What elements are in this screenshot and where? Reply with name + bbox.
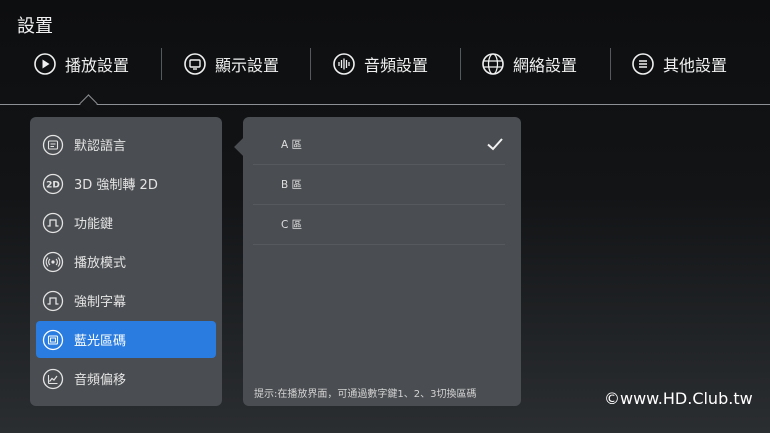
language-icon xyxy=(42,134,64,156)
broadcast-icon xyxy=(42,251,64,273)
chart-icon xyxy=(42,368,64,390)
menu-item-playback-mode[interactable]: 播放模式 xyxy=(36,243,216,280)
svg-text:2D: 2D xyxy=(46,180,60,190)
menu-item-label: 3D 強制轉 2D xyxy=(74,178,158,193)
hint-text: 提示:在播放界面，可通過數字鍵1、2、3切換區碼 xyxy=(254,389,477,400)
2d-icon: 2D xyxy=(42,173,64,195)
checkmark-icon xyxy=(485,134,505,154)
active-tab-indicator xyxy=(79,94,98,113)
menu-item-3d-to-2d[interactable]: 2D 3D 強制轉 2D xyxy=(36,165,216,202)
menu-item-label: 默認語言 xyxy=(74,139,127,154)
option-label: C 區 xyxy=(281,219,303,231)
region-options-panel: A 區 B 區 C 區 提示:在播放界面，可通過數字鍵1、2、3切換區碼 xyxy=(243,117,521,406)
bluray-region-icon xyxy=(42,329,64,351)
tab-playback-settings[interactable]: 播放設置 xyxy=(34,46,129,82)
menu-item-label: 音頻偏移 xyxy=(74,373,127,388)
menu-item-bluray-region[interactable]: 藍光區碼 xyxy=(36,321,216,358)
menu-item-function-keys[interactable]: 功能鍵 xyxy=(36,204,216,241)
tab-label: 音頻設置 xyxy=(364,56,429,75)
option-label: B 區 xyxy=(281,179,303,191)
tab-underline-divider xyxy=(0,104,770,105)
option-region-a[interactable]: A 區 xyxy=(253,124,505,165)
menu-item-label: 播放模式 xyxy=(74,256,127,271)
tab-divider xyxy=(161,48,162,80)
tab-divider xyxy=(610,48,611,80)
tab-audio-settings[interactable]: 音頻設置 xyxy=(333,46,428,82)
audio-wave-icon xyxy=(333,53,355,75)
tab-divider xyxy=(460,48,461,80)
menu-item-label: 藍光區碼 xyxy=(74,334,127,349)
settings-tab-bar: 播放設置 顯示設置 音頻設置 網絡設置 其他設置 xyxy=(0,46,770,82)
page-title: 設置 xyxy=(17,16,53,37)
tab-divider xyxy=(310,48,311,80)
tab-label: 顯示設置 xyxy=(215,56,280,75)
menu-item-forced-subtitles[interactable]: 強制字幕 xyxy=(36,282,216,319)
globe-icon xyxy=(482,53,504,75)
menu-item-label: 強制字幕 xyxy=(74,295,127,310)
settings-submenu: 默認語言 2D 3D 強制轉 2D 功能鍵 播放模式 強制字幕 藍光區碼 音頻偏… xyxy=(30,117,222,406)
option-label: A 區 xyxy=(281,139,303,151)
tab-label: 播放設置 xyxy=(65,56,130,75)
watermark: ©www.HD.Club.tw xyxy=(604,389,753,408)
tab-other-settings[interactable]: 其他設置 xyxy=(632,46,727,82)
pulse-icon xyxy=(42,212,64,234)
monitor-icon xyxy=(184,53,206,75)
tab-label: 其他設置 xyxy=(663,56,728,75)
menu-item-label: 功能鍵 xyxy=(74,217,114,232)
tab-display-settings[interactable]: 顯示設置 xyxy=(184,46,279,82)
menu-item-audio-offset[interactable]: 音頻偏移 xyxy=(36,360,216,397)
play-icon xyxy=(34,53,56,75)
option-region-c[interactable]: C 區 xyxy=(253,204,505,245)
subtitle-icon xyxy=(42,290,64,312)
menu-item-default-language[interactable]: 默認語言 xyxy=(36,126,216,163)
menu-list-icon xyxy=(632,53,654,75)
tab-label: 網絡設置 xyxy=(513,56,578,75)
tab-network-settings[interactable]: 網絡設置 xyxy=(482,46,577,82)
option-region-b[interactable]: B 區 xyxy=(253,164,505,205)
